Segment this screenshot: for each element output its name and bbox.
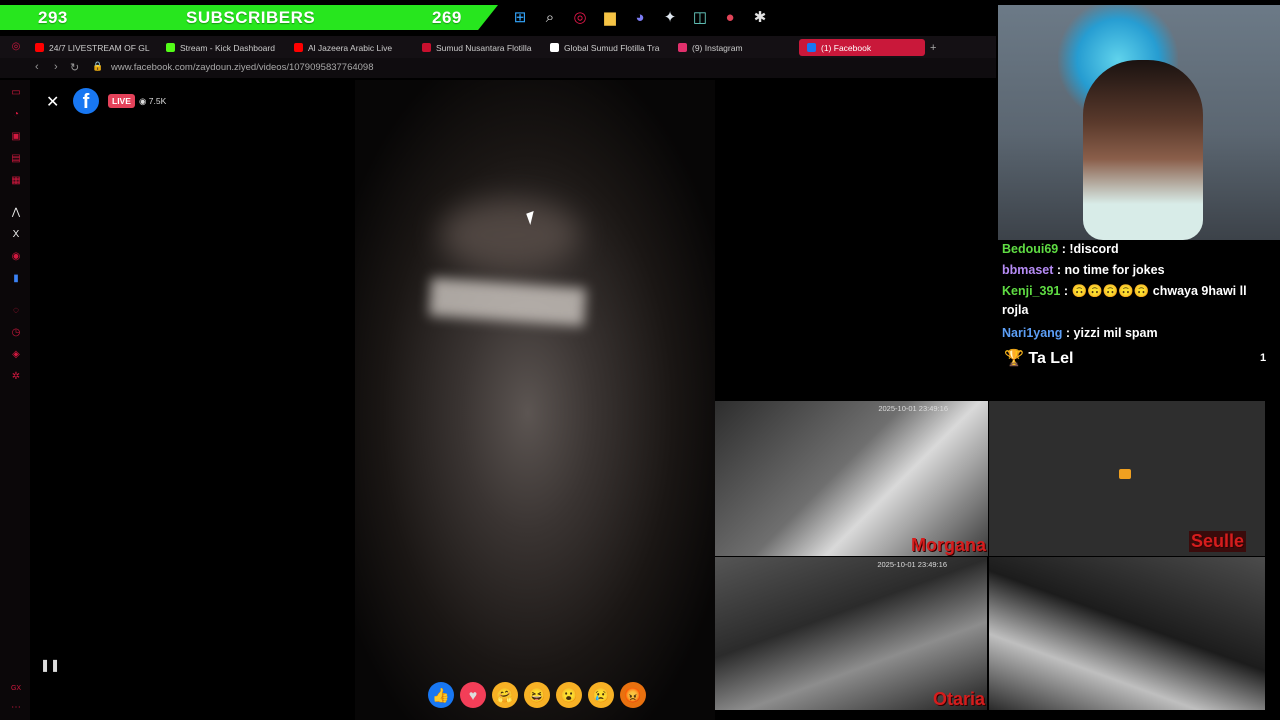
chat-username: Bedoui69	[1002, 242, 1059, 256]
chat-username: Kenji_391	[1002, 284, 1061, 298]
streamer-silhouette	[1083, 60, 1203, 240]
speed-icon[interactable]: ◔	[10, 109, 22, 121]
subscriber-count-right: 269	[432, 7, 462, 27]
settings-icon[interactable]: ✲	[10, 371, 22, 383]
extensions-icon[interactable]: ◈	[10, 349, 22, 361]
kick-icon	[166, 43, 175, 52]
tab-kick-dashboard[interactable]: Stream - Kick Dashboard	[166, 39, 281, 56]
tab-global-sumud[interactable]: Global Sumud Flotilla Tra	[550, 39, 662, 56]
address-bar: ‹ › ↻ 🔒 www.facebook.com/zaydoun.ziyed/v…	[0, 58, 996, 78]
video-blur-shape	[440, 200, 580, 270]
settings-icon[interactable]: ✱	[748, 5, 772, 29]
facebook-logo-icon[interactable]: f	[73, 88, 99, 114]
youtube-icon	[35, 43, 44, 52]
windows-start-icon[interactable]: ⊞	[508, 5, 532, 29]
reddit-icon[interactable]: ◉	[10, 251, 22, 263]
steam-icon[interactable]: ✦	[658, 5, 682, 29]
top-chatter-label: 🏆 Ta Lel	[1004, 350, 1074, 367]
care-reaction-icon[interactable]: 🤗	[492, 682, 518, 708]
tab-livestream[interactable]: 24/7 LIVESTREAM OF GL	[35, 39, 150, 56]
viewer-count: ◉ 7.5K	[139, 96, 167, 106]
opera-gx-logo-icon[interactable]: ◎	[10, 41, 22, 53]
flotilla-tracker-icon	[550, 43, 559, 52]
subscriber-counter-bar: 293 SUBSCRIBERS 269	[0, 5, 498, 30]
gx-icon[interactable]: GX	[10, 683, 22, 695]
vpn-icon[interactable]: ▮	[10, 273, 22, 285]
camera-feed-morgana: 2025-10-01 23:49:16 Morgana	[715, 401, 988, 556]
tab-facebook[interactable]: (1) Facebook	[799, 39, 925, 56]
tab-sumud-nusantara[interactable]: Sumud Nusantara Flotilla	[422, 39, 537, 56]
pause-button[interactable]: ❚❚	[40, 658, 60, 672]
clock-icon[interactable]: ◷	[10, 327, 22, 339]
url-field[interactable]: www.facebook.com/zaydoun.ziyed/videos/10…	[111, 62, 374, 73]
chat-message: bbmaset : no time for jokes	[1002, 261, 1165, 280]
chat-message: Nari1yang : yizzi mil spam	[1002, 324, 1158, 343]
boat-camera-grid: 2025-10-01 23:49:16 Morgana Seulle 2025-…	[715, 401, 1265, 710]
app-icon[interactable]: ◫	[688, 5, 712, 29]
tab-instagram[interactable]: (9) Instagram	[678, 39, 768, 56]
more-icon[interactable]: ⋯	[10, 702, 22, 714]
angry-reaction-icon[interactable]: 😡	[620, 682, 646, 708]
windows-taskbar: ⊞ ⌕ ◎ ▆ ◕ ✦ ◫ ● ✱	[508, 4, 772, 30]
chat-text: : !discord	[1058, 242, 1119, 256]
history-icon[interactable]: ◌	[10, 305, 22, 317]
love-reaction-icon[interactable]: ♥	[460, 682, 486, 708]
x-icon[interactable]: X	[10, 229, 22, 241]
camera-feed-fourth	[989, 557, 1265, 710]
opera-gx-icon[interactable]: ◎	[568, 5, 592, 29]
live-badge: LIVE	[108, 94, 135, 108]
live-video-frame[interactable]	[355, 80, 715, 720]
lock-icon: 🔒	[92, 61, 104, 71]
chat-text: : no time for jokes	[1053, 263, 1165, 277]
file-explorer-icon[interactable]: ▆	[598, 5, 622, 29]
streamer-webcam	[998, 5, 1280, 240]
sad-reaction-icon[interactable]: 😢	[588, 682, 614, 708]
reaction-bar: 👍 ♥ 🤗 😆 😮 😢 😡	[428, 682, 646, 708]
flotilla-icon	[422, 43, 431, 52]
youtube-icon	[294, 43, 303, 52]
close-video-button[interactable]: ✕	[46, 92, 59, 112]
ai-icon[interactable]: ⋀	[10, 207, 22, 219]
haha-reaction-icon[interactable]: 😆	[524, 682, 550, 708]
subscriber-label: SUBSCRIBERS	[186, 7, 316, 27]
chat-username: Nari1yang	[1002, 326, 1063, 340]
facebook-icon	[807, 43, 816, 52]
trophy-icon: 🏆	[1004, 350, 1024, 367]
subscriber-count-left: 293	[38, 7, 68, 27]
chat-username: bbmaset	[1002, 263, 1054, 277]
twitch-icon[interactable]: ▤	[10, 153, 22, 165]
like-reaction-icon[interactable]: 👍	[428, 682, 454, 708]
top-chatter-count: 1	[1260, 352, 1267, 364]
camera-feed-seulle: Seulle	[989, 401, 1265, 556]
back-button[interactable]: ‹	[35, 61, 39, 73]
chat-message: Kenji_391 : 🙃🙃🙃🙃🙃 chwaya 9hawi ll rojla	[1002, 282, 1272, 320]
chat-text: : yizzi mil spam	[1062, 326, 1158, 340]
reload-button[interactable]: ↻	[70, 61, 79, 74]
light-glow-icon	[1119, 469, 1131, 479]
camera-feed-otaria: 2025-10-01 23:49:16 Otaria	[715, 557, 987, 710]
search-icon[interactable]: ⌕	[538, 5, 562, 29]
messenger-icon[interactable]: ▦	[10, 175, 22, 187]
chat-message: Bedoui69 : !discord	[1002, 240, 1119, 259]
new-tab-button[interactable]: +	[930, 39, 936, 56]
forward-button[interactable]: ›	[54, 61, 58, 73]
discord-icon[interactable]: ◕	[628, 5, 652, 29]
gaming-icon[interactable]: ▭	[10, 87, 22, 99]
eye-icon: ◉	[139, 96, 149, 106]
browser-sidebar: ▭ ◔ ▣ ▤ ▦ ⋀ X ◉ ▮ ◌ ◷ ◈ ✲ GX ⋯	[0, 80, 30, 720]
location-icon[interactable]: ●	[718, 5, 742, 29]
tab-al-jazeera[interactable]: Al Jazeera Arabic Live	[294, 39, 406, 56]
wow-reaction-icon[interactable]: 😮	[556, 682, 582, 708]
bag-icon[interactable]: ▣	[10, 131, 22, 143]
instagram-icon	[678, 43, 687, 52]
browser-tab-strip: ◎ 24/7 LIVESTREAM OF GL Stream - Kick Da…	[0, 36, 996, 58]
